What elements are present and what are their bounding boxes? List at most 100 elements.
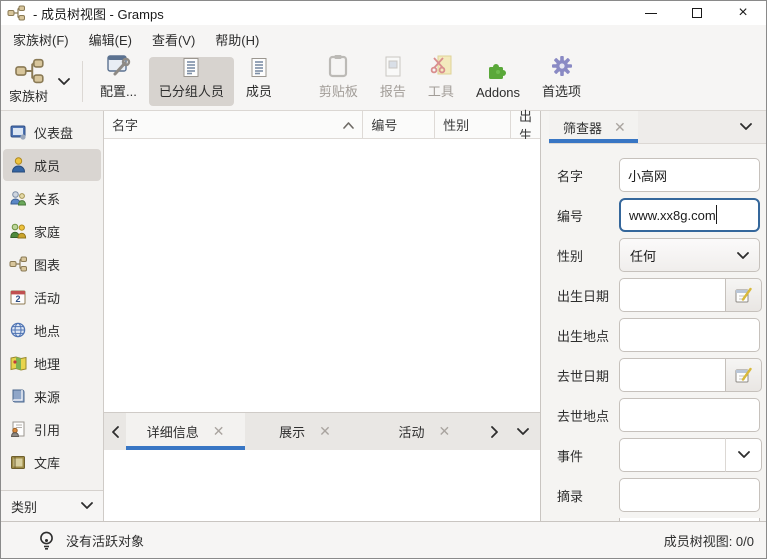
tab-close-icon[interactable]: ✕ xyxy=(614,119,626,136)
clipboard-button: 剪贴板 xyxy=(309,57,368,106)
sidebar-item-label: 文库 xyxy=(34,453,60,472)
column-header-name[interactable]: 名字 xyxy=(104,111,363,138)
filter-menu-button[interactable] xyxy=(740,111,766,143)
sidebar-item-people[interactable]: 成员 xyxy=(3,149,101,181)
sidebar-item-geography[interactable]: 地理 xyxy=(3,347,101,379)
sidebar-item-citations[interactable]: 引用 xyxy=(3,413,101,445)
filter-gender-select[interactable]: 任何 xyxy=(619,238,760,272)
sidebar-item-sources[interactable]: 来源 xyxy=(3,380,101,412)
sidebar-item-media[interactable]: 文库 xyxy=(3,446,101,478)
sidebar-item-label: 地理 xyxy=(34,354,60,373)
chevron-down-icon xyxy=(740,123,752,131)
menu-family-tree[interactable]: 家族树(F) xyxy=(3,26,79,53)
filter-event-input[interactable] xyxy=(619,438,726,472)
filter-death-place-input[interactable] xyxy=(619,398,760,432)
navigator-sidebar: 仪表盘 成员 xyxy=(1,111,104,521)
filter-birth-date-input[interactable] xyxy=(619,278,726,312)
events-icon: 2 xyxy=(9,289,27,306)
addons-icon xyxy=(486,60,510,82)
gramps-logo-icon xyxy=(7,5,25,21)
minimize-icon xyxy=(645,13,657,14)
tab-gallery[interactable]: 展示 ✕ xyxy=(245,413,364,450)
geography-icon xyxy=(9,355,27,372)
sidebar-item-label: 成员 xyxy=(34,156,60,175)
toolbar-separator xyxy=(82,61,83,102)
families-icon xyxy=(9,223,27,240)
menubar: 家族树(F) 编辑(E) 查看(V) 帮助(H) xyxy=(1,25,766,53)
filter-gender-label: 性别 xyxy=(557,246,619,265)
active-person-icon xyxy=(39,531,54,550)
sidebar-item-relationships[interactable]: 关系 xyxy=(3,182,101,214)
menu-view[interactable]: 查看(V) xyxy=(142,26,205,53)
sidebar-item-events[interactable]: 2 活动 xyxy=(3,281,101,313)
chevron-left-icon xyxy=(111,426,119,438)
tab-scroll-right-button[interactable] xyxy=(484,413,506,450)
person-list-icon xyxy=(250,57,268,78)
maximize-icon xyxy=(692,8,702,18)
family-tree-chevron-icon[interactable] xyxy=(58,78,70,86)
grouped-people-button[interactable]: 已分组人员 xyxy=(149,57,234,106)
configure-icon xyxy=(105,54,131,78)
column-header-birth[interactable]: 出生 xyxy=(511,111,540,138)
tools-button: 工具 xyxy=(418,57,464,106)
tab-close-icon[interactable]: ✕ xyxy=(438,423,450,440)
minimize-button[interactable] xyxy=(628,1,674,25)
filter-note-input[interactable] xyxy=(619,478,760,512)
tab-filter[interactable]: 筛查器 ✕ xyxy=(549,111,638,143)
tab-close-icon[interactable]: ✕ xyxy=(213,423,225,440)
filter-id-input[interactable] xyxy=(619,198,760,232)
sidebar-item-label: 引用 xyxy=(34,420,60,439)
sidebar-item-label: 地点 xyxy=(34,321,60,340)
category-dropdown[interactable]: 类别 xyxy=(1,490,103,521)
sidebar-item-charts[interactable]: 图表 xyxy=(3,248,101,280)
preferences-button[interactable]: 首选项 xyxy=(532,57,591,106)
relationships-icon xyxy=(9,190,27,207)
gramplet-menu-button[interactable] xyxy=(506,413,540,450)
tab-scroll-left-button[interactable] xyxy=(104,413,126,450)
citations-icon xyxy=(9,421,27,438)
menu-help[interactable]: 帮助(H) xyxy=(205,26,269,53)
places-icon xyxy=(9,322,27,339)
sidebar-item-places[interactable]: 地点 xyxy=(3,314,101,346)
configure-button[interactable]: 配置... xyxy=(90,57,147,106)
menu-edit[interactable]: 编辑(E) xyxy=(79,26,142,53)
toolbar-separator xyxy=(295,61,296,102)
close-icon: × xyxy=(738,8,747,18)
sidebar-item-dashboard[interactable]: 仪表盘 xyxy=(3,116,101,148)
filter-birth-place-input[interactable] xyxy=(619,318,760,352)
person-list-button[interactable]: 成员 xyxy=(236,57,282,106)
filter-form: 名字 编号 性别 任何 xyxy=(549,144,766,521)
people-table-body[interactable] xyxy=(104,139,540,412)
sidebar-item-label: 活动 xyxy=(34,288,60,307)
calendar-edit-icon xyxy=(735,287,752,304)
text-cursor xyxy=(716,205,717,224)
filter-name-input[interactable] xyxy=(619,158,760,192)
window-title: - 成员树视图 - Gramps xyxy=(33,4,164,23)
sidebar-item-families[interactable]: 家庭 xyxy=(3,215,101,247)
tab-details[interactable]: 详细信息 ✕ xyxy=(126,413,245,450)
family-tree-button[interactable]: 家族树 xyxy=(3,55,76,108)
column-header-id[interactable]: 编号 xyxy=(363,111,435,138)
birth-date-picker-button[interactable] xyxy=(726,278,762,312)
filter-death-date-input[interactable] xyxy=(619,358,726,392)
death-date-picker-button[interactable] xyxy=(726,358,762,392)
family-tree-label: 家族树 xyxy=(9,86,48,105)
column-header-gender[interactable]: 性别 xyxy=(435,111,511,138)
filter-note-label: 摘录 xyxy=(557,486,619,505)
event-dropdown-button[interactable] xyxy=(726,438,762,472)
calendar-edit-icon xyxy=(735,367,752,384)
chevron-down-icon xyxy=(738,451,750,459)
tab-close-icon[interactable]: ✕ xyxy=(319,423,331,440)
sidebar-item-label: 家庭 xyxy=(34,222,60,241)
tab-events[interactable]: 活动 ✕ xyxy=(365,413,484,450)
maximize-button[interactable] xyxy=(674,1,720,25)
family-tree-icon xyxy=(14,58,44,84)
gramplet-tab-bar: 详细信息 ✕ 展示 ✕ 活动 ✕ xyxy=(104,412,540,450)
close-button[interactable]: × xyxy=(720,1,766,25)
panel-splitter[interactable] xyxy=(541,111,549,521)
filter-birth-place-label: 出生地点 xyxy=(557,326,619,345)
chevron-down-icon xyxy=(517,428,529,436)
filter-id-label: 编号 xyxy=(557,206,619,225)
statusbar: 没有活跃对象 成员树视图: 0/0 xyxy=(1,521,766,558)
addons-button[interactable]: Addons xyxy=(466,57,530,106)
